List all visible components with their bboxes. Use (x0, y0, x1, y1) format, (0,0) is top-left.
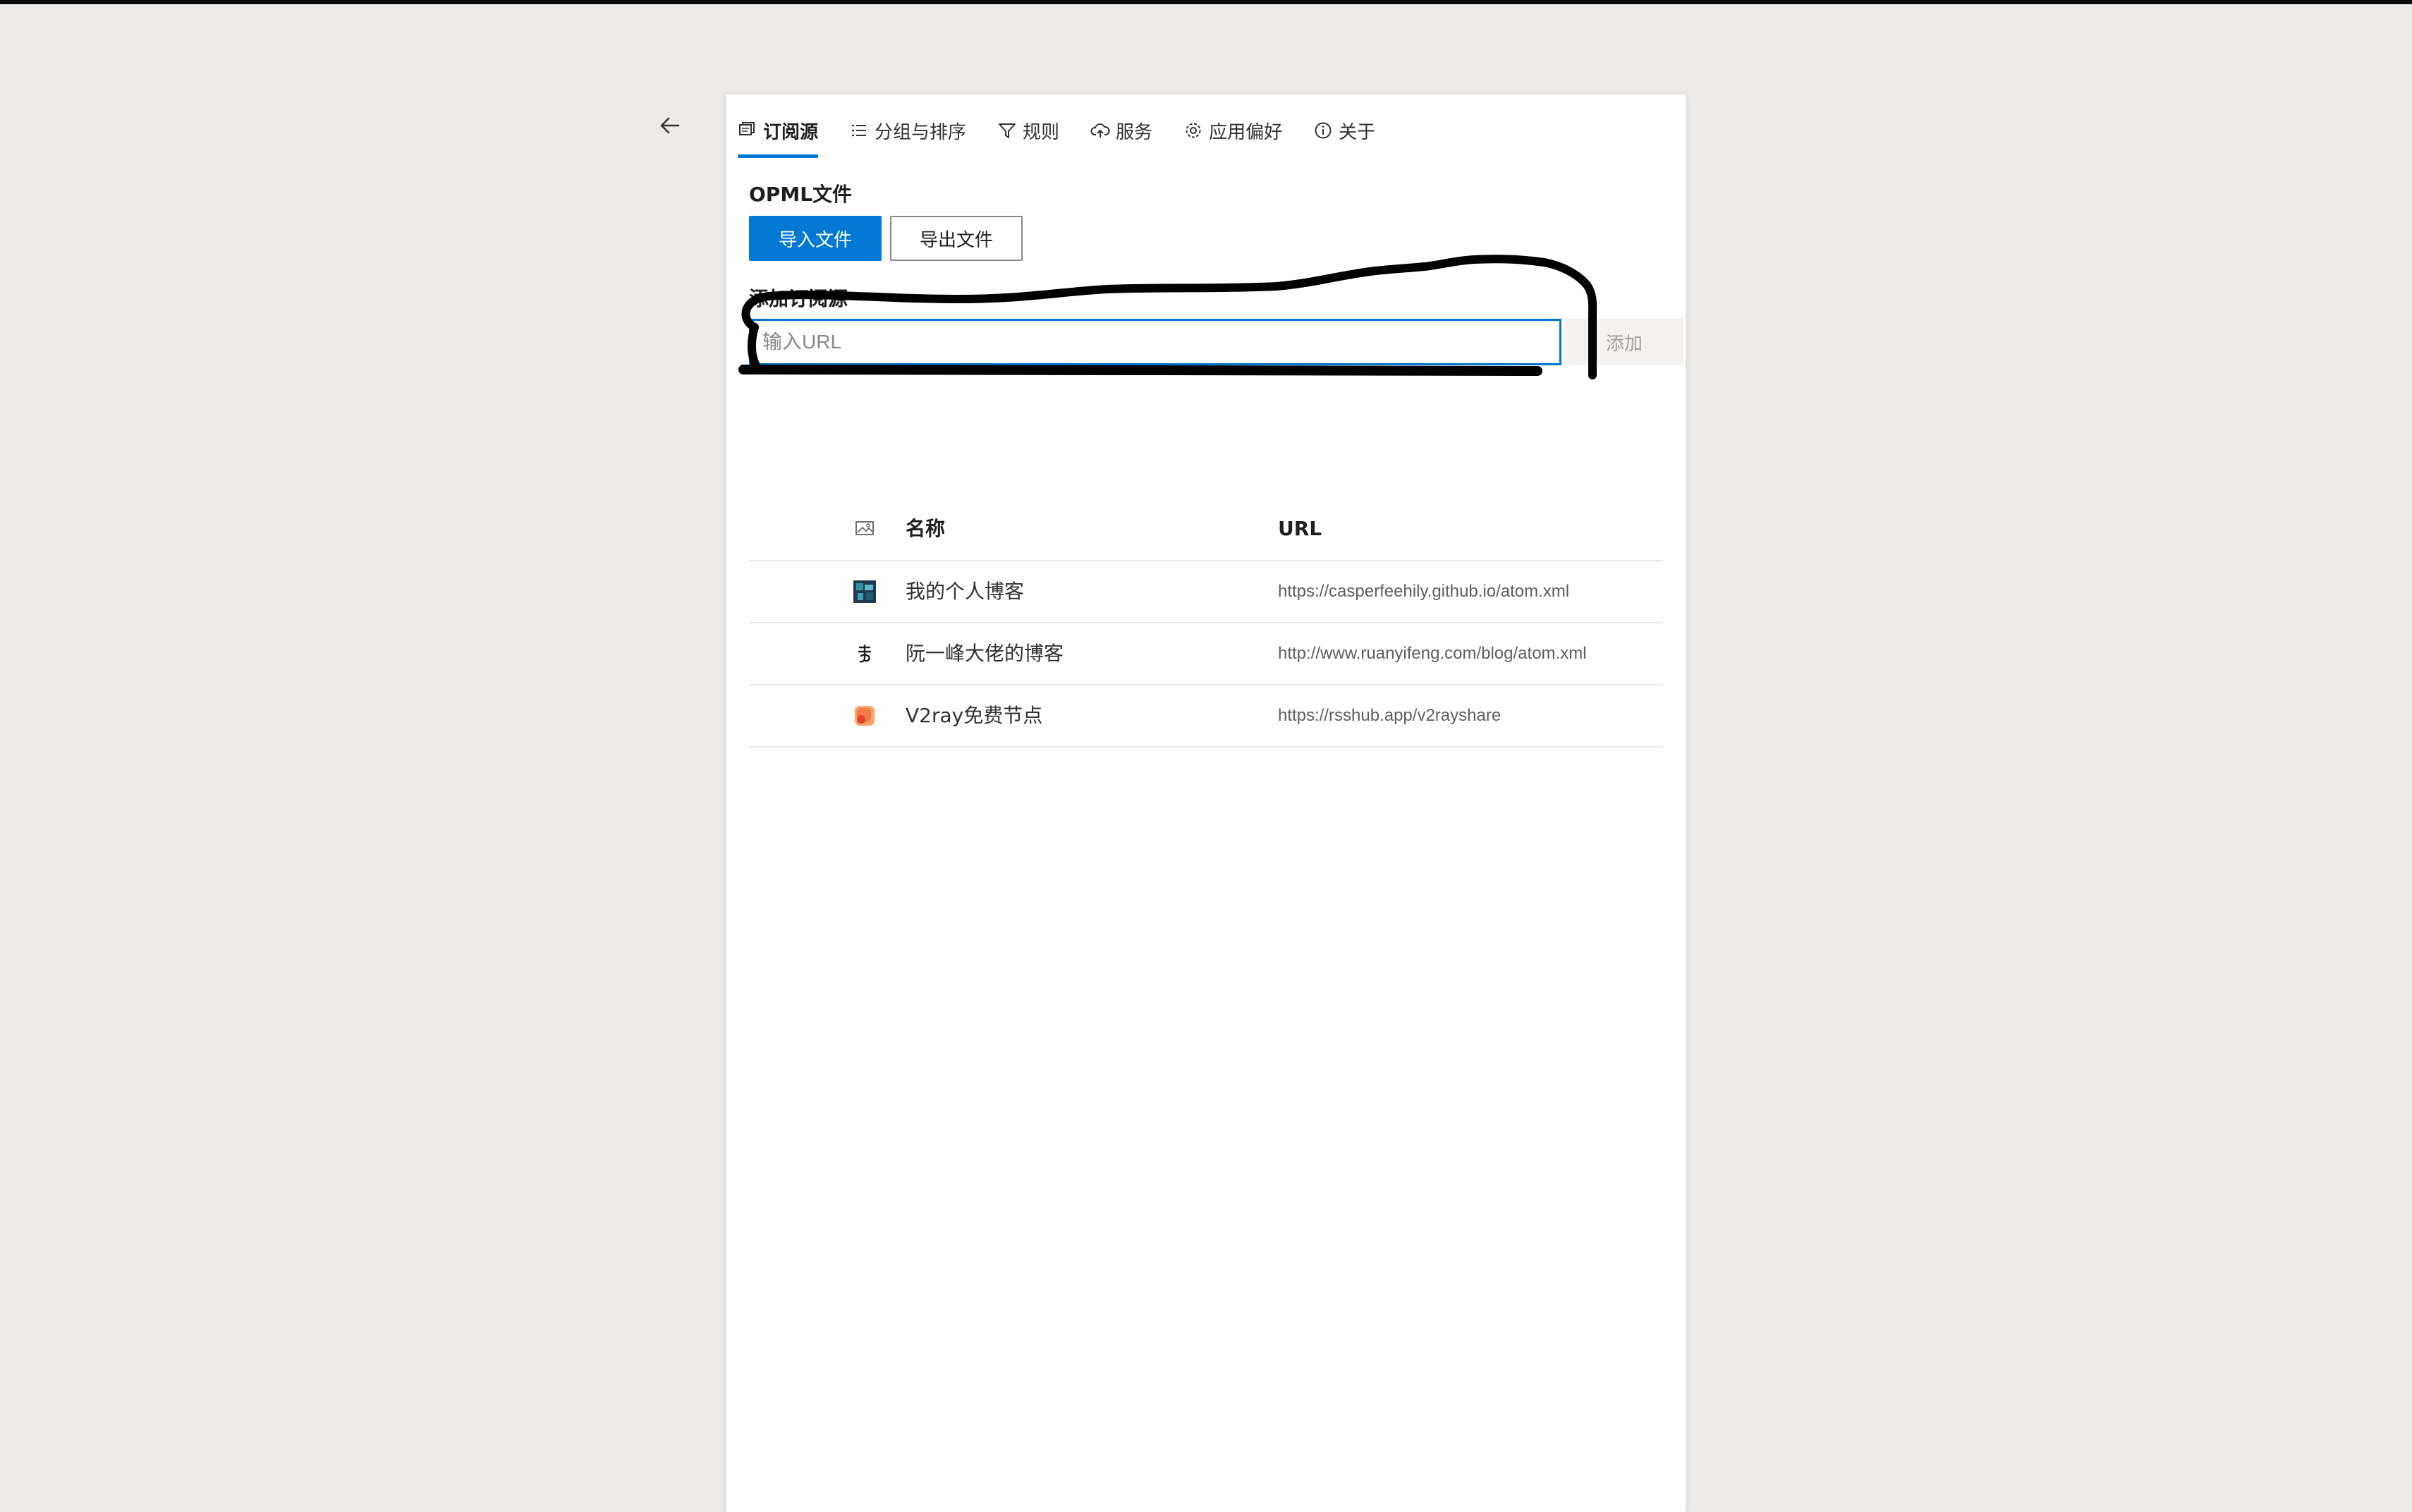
opml-section-title: OPML文件 (749, 183, 853, 206)
feed-url: https://rsshub.app/v2rayshare (1278, 706, 1502, 725)
rsshub-favicon (853, 705, 876, 727)
tab-services[interactable]: 服务 (1090, 107, 1152, 154)
feed-url: http://www.ruanyifeng.com/blog/atom.xml (1278, 644, 1587, 663)
feed-name: 阮一峰大佬的博客 (906, 642, 1064, 665)
feed-name: 我的个人博客 (906, 580, 1025, 603)
tab-label: 分组与排序 (875, 121, 967, 143)
list-icon (851, 124, 867, 137)
table-row[interactable]: V2ray免费节点 https://rsshub.app/v2rayshare (749, 685, 1663, 748)
table-row[interactable]: 我的个人博客 https://casperfeehily.github.io/a… (749, 561, 1663, 623)
export-file-button[interactable]: 导出文件 (890, 216, 1023, 261)
table-header: 名称 URL (749, 498, 1663, 561)
url-input[interactable] (749, 319, 1561, 365)
table-row[interactable]: 阮一峰大佬的博客 http://www.ruanyifeng.com/blog/… (749, 623, 1663, 685)
tab-app-preferences[interactable]: 应用偏好 (1183, 107, 1282, 154)
tab-label: 规则 (1023, 121, 1060, 143)
tab-rules[interactable]: 规则 (997, 107, 1059, 154)
gear-icon (1186, 123, 1201, 138)
feed-url: https://casperfeehily.github.io/atom.xml (1278, 582, 1570, 601)
tab-label: 订阅源 (763, 121, 819, 143)
settings-panel: 订阅源 分组与排序 规则 服务 应用偏好 关于 OPML文件 导入文件 导出文件… (726, 94, 1686, 1512)
tab-label: 关于 (1339, 121, 1376, 143)
image-icon (853, 517, 876, 539)
column-header-name[interactable]: 名称 (906, 498, 945, 560)
window-top-border (0, 0, 2412, 4)
feed-name: V2ray免费节点 (906, 704, 1043, 727)
info-icon (1315, 122, 1332, 139)
feeds-icon (739, 122, 755, 135)
filter-icon (999, 123, 1016, 138)
ruanyifeng-favicon (853, 642, 876, 665)
add-button[interactable]: 添加 (1564, 319, 1684, 365)
settings-tabs: 订阅源 分组与排序 规则 服务 应用偏好 关于 (738, 107, 1406, 158)
feeds-table: 名称 URL 我的个人博客 https://casperfeehily.gith… (749, 498, 1663, 748)
cloud-sync-icon (1090, 123, 1110, 138)
column-header-url[interactable]: URL (1278, 498, 1322, 560)
back-button[interactable] (654, 110, 686, 141)
tab-label: 应用偏好 (1209, 121, 1283, 143)
tab-groups-sorting[interactable]: 分组与排序 (849, 107, 966, 154)
tab-feeds[interactable]: 订阅源 (738, 107, 819, 158)
arrow-left-icon (660, 117, 680, 134)
tab-label: 服务 (1116, 121, 1153, 143)
import-file-button[interactable]: 导入文件 (749, 216, 882, 261)
add-source-title: 添加订阅源 (749, 287, 848, 310)
tab-about[interactable]: 关于 (1313, 107, 1375, 154)
personal-blog-favicon (853, 580, 876, 603)
